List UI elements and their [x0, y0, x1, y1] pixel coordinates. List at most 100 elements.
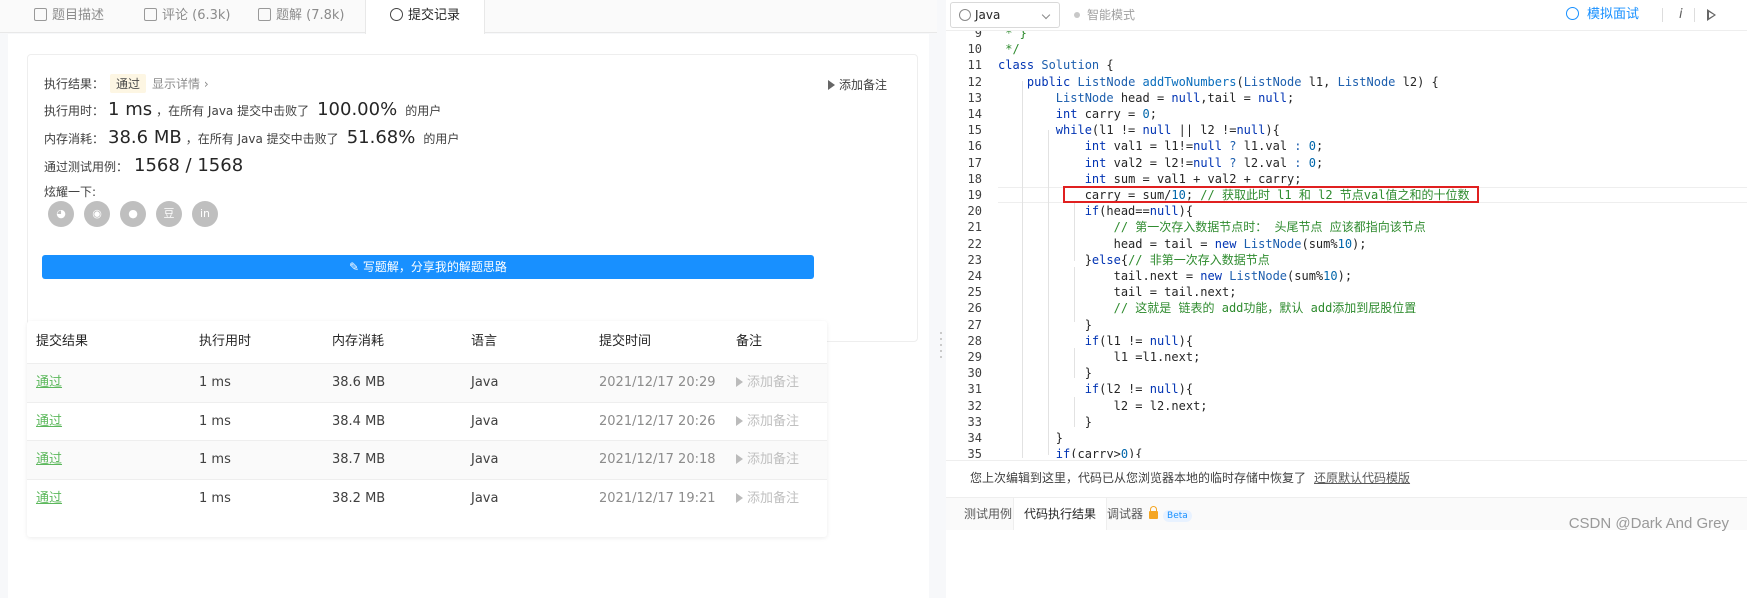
code-editor[interactable]: 9 * } 10 */11 class Solution {12 public Li… [946, 31, 1747, 458]
language-cell: Java [471, 413, 499, 429]
code-line: 33 } [946, 414, 1747, 430]
line-number: 10 [967, 42, 982, 57]
tab-submissions[interactable]: 提交记录 [365, 0, 486, 34]
line-number: 35 [967, 447, 982, 458]
runtime-cell: 1 ms [199, 413, 231, 429]
tab-test-cases[interactable]: 测试用例 [964, 498, 1012, 531]
code-line: 17 int val2 = l2!=null ? l2.val : 0; [946, 155, 1747, 171]
line-number: 32 [967, 398, 982, 413]
tab-comments[interactable]: 评论 (6.3k) [144, 0, 231, 33]
code-text: // 第一次存入数据节点时： 头尾节点 应该都指向该节点 [1113, 220, 1426, 235]
code-text: */ [998, 42, 1020, 57]
code-line: 16 int val1 = l1!=null ? l1.val : 0; [946, 138, 1747, 154]
description-icon [34, 8, 47, 21]
flag-icon [736, 377, 743, 387]
line-number: 29 [967, 350, 982, 364]
line-number: 31 [967, 382, 982, 397]
code-line: 21 // 第一次存入数据节点时： 头尾节点 应该都指向该节点 [946, 219, 1747, 235]
code-line: 31 if(l2 != null){ [946, 381, 1747, 397]
mock-interview-button[interactable]: 模拟面试 [1566, 0, 1639, 30]
write-solution-button[interactable]: ✎ 写题解，分享我的解题思路 [42, 255, 814, 279]
code-text: ListNode head = null,tail = null; [1055, 90, 1295, 105]
add-note-link[interactable]: 添加备注 [736, 441, 799, 479]
runtime-cell: 1 ms [199, 375, 231, 390]
code-text: if(l1 != null){ [1084, 333, 1194, 348]
memory-cell: 38.7 MB [332, 452, 386, 467]
line-number: 17 [967, 155, 982, 170]
add-note-button[interactable]: 添加备注 [828, 76, 887, 93]
code-text: if(carry>0){ [1055, 447, 1143, 458]
code-line: 30 } [946, 365, 1747, 381]
flask-icon [258, 8, 271, 21]
add-note-link[interactable]: 添加备注 [736, 364, 799, 402]
code-text: int val1 = l1!=null ? l1.val : 0; [1084, 139, 1324, 154]
highlight-annotation-box [1063, 186, 1479, 203]
line-number: 15 [967, 123, 982, 138]
restore-default-link[interactable]: 还原默认代码模版 [1314, 471, 1410, 485]
line-number: 33 [967, 414, 982, 429]
status-badge: 通过 [110, 74, 147, 93]
code-text: }else{// 非第一次存入数据节点 [998, 252, 1270, 267]
col-header-language: 语言 [471, 334, 498, 349]
tests-row: 通过测试用例： 1568 / 1568 [44, 155, 244, 176]
flag-icon [736, 415, 743, 426]
code-line: 15 while(l1 != null || l2 !=null){ [946, 122, 1747, 138]
tab-run-result[interactable]: 代码执行结果 [1013, 498, 1108, 531]
language-cell: Java [471, 490, 499, 506]
tab-solutions[interactable]: 题解 (7.8k) [258, 0, 345, 33]
wechat-icon[interactable]: ◕ [48, 201, 74, 227]
code-text: int sum = val1 + val2 + carry; [1084, 171, 1302, 186]
col-header-time: 提交时间 [599, 334, 652, 349]
weibo-icon[interactable]: ◉ [84, 201, 110, 227]
status-link[interactable]: 通过 [36, 364, 62, 402]
language-select[interactable]: Java [950, 2, 1060, 28]
status-link[interactable]: 通过 [36, 480, 62, 518]
status-link[interactable]: 通过 [36, 441, 62, 479]
exec-result-row: 执行结果： 通过 显示详情 › [44, 74, 209, 93]
douban-icon[interactable]: 豆 [156, 201, 182, 227]
toolbar-divider [1662, 8, 1663, 22]
code-text: while(l1 != null || l2 !=null){ [1055, 123, 1280, 138]
code-line: 22 head = tail = new ListNode(sum%10); [946, 236, 1747, 252]
tab-debugger[interactable]: 调试器 Beta [1107, 498, 1192, 531]
code-line: 24 tail.next = new ListNode(sum%10); [946, 268, 1747, 284]
col-header-memory: 内存消耗 [332, 334, 385, 349]
alarm-clock-icon [1566, 7, 1579, 20]
linkedin-icon[interactable]: in [192, 201, 218, 227]
line-number: 26 [967, 301, 982, 316]
line-number: 18 [967, 171, 982, 186]
memory-row: 内存消耗： 38.6 MB ，在所有 Java 提交中击败了 51.68% 的用户 [44, 127, 460, 148]
code-line: 20 if(head==null){ [946, 203, 1747, 219]
submissions-panel: 执行结果： 通过 显示详情 › 添加备注 执行用时： 1 ms ，在所有 Java 提交… [8, 34, 929, 598]
code-text: } [998, 366, 1092, 381]
code-text: int val2 = l2!=null ? l2.val : 0; [1084, 155, 1324, 170]
run-icon[interactable] [1707, 9, 1716, 21]
qq-icon[interactable]: ● [120, 201, 146, 227]
panel-resize-handle[interactable] [937, 0, 946, 598]
flag-icon [828, 80, 835, 90]
code-text: * } [998, 31, 1027, 40]
toolbar-divider [1694, 8, 1695, 22]
tab-description[interactable]: 题目描述 [34, 0, 104, 33]
smart-mode-toggle[interactable]: 智能模式 [1074, 0, 1135, 30]
line-number: 9 [974, 31, 982, 40]
add-note-link[interactable]: 添加备注 [736, 403, 799, 441]
share-label: 炫耀一下: [44, 185, 97, 199]
time-cell: 2021/12/17 19:21 [599, 490, 716, 506]
code-line: 9 * } [946, 31, 1747, 41]
language-cell: Java [471, 452, 499, 467]
line-number: 14 [967, 107, 982, 121]
code-line: 11 class Solution { [946, 57, 1747, 73]
result-card: 执行结果： 通过 显示详情 › 添加备注 执行用时： 1 ms ，在所有 Java 提交… [27, 54, 918, 342]
show-details-link[interactable]: 显示详情 › [152, 77, 209, 91]
code-line: 13 ListNode head = null,tail = null; [946, 90, 1747, 106]
code-text: int carry = 0; [1055, 107, 1157, 121]
line-number: 12 [967, 74, 982, 89]
line-number: 24 [967, 269, 982, 283]
memory-cell: 38.2 MB [332, 490, 386, 506]
add-note-link[interactable]: 添加备注 [736, 480, 799, 518]
code-line: 35 if(carry>0){ [946, 446, 1747, 458]
status-link[interactable]: 通过 [36, 403, 62, 441]
code-text: tail.next = new ListNode(sum%10); [998, 269, 1353, 283]
info-icon[interactable]: i [1679, 0, 1683, 30]
